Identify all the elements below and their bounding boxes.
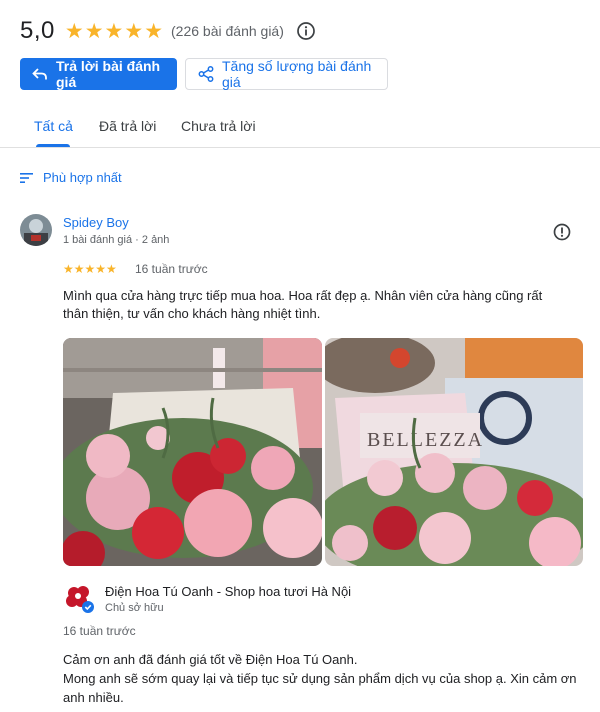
- review-photo-2[interactable]: BELLEZZA: [325, 338, 583, 566]
- review-count: (226 bài đánh giá): [171, 23, 284, 39]
- increase-button-label: Tăng số lượng bài đánh giá: [222, 58, 372, 90]
- photo-sign-text: BELLEZZA: [367, 429, 484, 451]
- reviewer-name[interactable]: Spidey Boy: [63, 215, 129, 230]
- star-icon: ★: [104, 19, 124, 43]
- active-tab-indicator: [36, 144, 70, 147]
- rating-stars: ★ ★ ★ ★ ★: [65, 21, 163, 42]
- star-icon: ★: [64, 19, 84, 43]
- star-icon: ★: [144, 19, 164, 43]
- owner-reply-text: Cảm ơn anh đã đánh giá tốt về Điện Hoa T…: [63, 650, 578, 707]
- tab-unreplied[interactable]: Chưa trả lời: [181, 118, 256, 134]
- owner-reply-time: 16 tuần trước: [63, 624, 136, 638]
- reviewer-meta: 1 bài đánh giá · 2 ảnh: [63, 234, 170, 246]
- rating-summary: 5,0 ★ ★ ★ ★ ★ (226 bài đánh giá): [20, 14, 316, 48]
- review-text: Mình qua cửa hàng trực tiếp mua hoa. Hoa…: [63, 288, 543, 321]
- share-icon: [198, 66, 214, 82]
- reply-icon: [32, 68, 47, 80]
- action-buttons: Trả lời bài đánh giá Tăng số lượng bài đ…: [20, 58, 388, 90]
- reply-to-review-button[interactable]: Trả lời bài đánh giá: [20, 58, 177, 90]
- report-icon[interactable]: [552, 222, 572, 242]
- star-icon: ★: [84, 19, 104, 43]
- sort-icon: [20, 172, 33, 183]
- owner-reply-line-1: Cảm ơn anh đã đánh giá tốt về Điện Hoa T…: [63, 652, 358, 667]
- review-time: 16 tuần trước: [135, 262, 208, 276]
- tab-all[interactable]: Tất cả: [34, 118, 73, 134]
- owner-role: Chủ sở hữu: [105, 602, 164, 614]
- tab-replied[interactable]: Đã trả lời: [99, 118, 156, 134]
- reply-button-label: Trả lời bài đánh giá: [56, 58, 161, 90]
- review-photo-1[interactable]: [63, 338, 322, 566]
- review-stars: ★★★★★: [63, 262, 117, 276]
- reviewer-avatar[interactable]: [20, 214, 52, 246]
- owner-name: Điện Hoa Tú Oanh - Shop hoa tươi Hà Nội: [105, 584, 352, 599]
- owner-logo[interactable]: [63, 582, 95, 614]
- sort-dropdown[interactable]: Phù hợp nhất: [20, 170, 122, 185]
- info-icon[interactable]: [296, 21, 316, 41]
- increase-reviews-button[interactable]: Tăng số lượng bài đánh giá: [185, 58, 388, 90]
- average-rating: 5,0: [20, 17, 55, 44]
- review-tabs: Tất cả Đã trả lời Chưa trả lời: [0, 108, 600, 148]
- star-icon: ★: [124, 19, 144, 43]
- owner-reply-line-2: Mong anh sẽ sớm quay lại và tiếp tục sử …: [63, 671, 577, 705]
- sort-label: Phù hợp nhất: [43, 170, 122, 185]
